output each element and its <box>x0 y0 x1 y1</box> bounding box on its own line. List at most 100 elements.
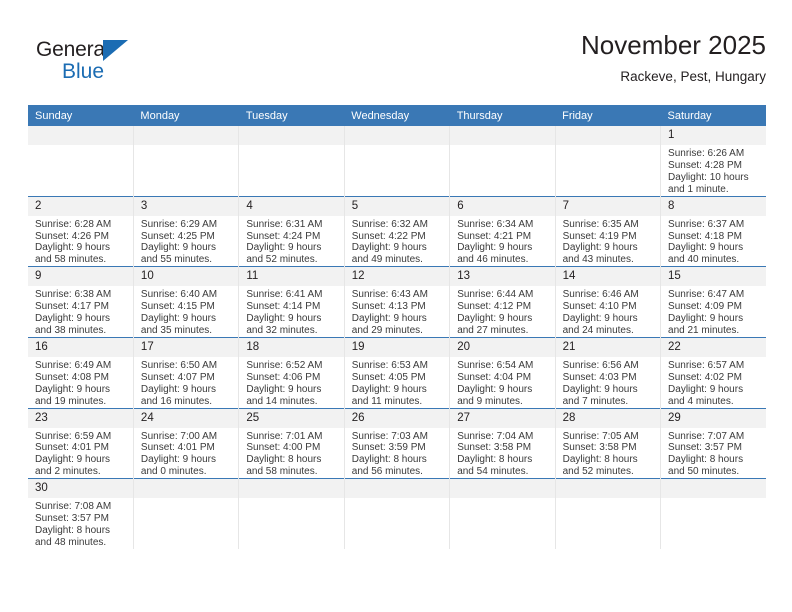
day-cell-content: 28 Sunrise: 7:05 AM Sunset: 3:58 PM Dayligh… <box>555 408 661 479</box>
sunrise-time: Sunrise: 7:00 AM <box>140 430 218 442</box>
calendar-day-cell[interactable]: 11 Sunrise: 6:41 AM Sunset: 4:14 PM Dayligh… <box>238 266 345 338</box>
daylight-duration-line2: and 27 minutes. <box>457 324 529 336</box>
day-cell-content: 23 Sunrise: 6:59 AM Sunset: 4:01 PM Dayligh… <box>28 408 133 479</box>
sunrise-time: Sunrise: 7:08 AM <box>35 501 112 513</box>
day-sun-info: Sunrise: 6:35 AM Sunset: 4:19 PM Daylight:… <box>556 216 660 267</box>
day-sun-info: Sunrise: 6:47 AM Sunset: 4:09 PM Daylight:… <box>661 286 766 337</box>
daylight-duration-line1: Daylight: 9 hours <box>246 242 322 254</box>
calendar-day-cell[interactable]: 4 Sunrise: 6:31 AM Sunset: 4:24 PM Daylight… <box>238 195 345 267</box>
day-cell-content <box>450 126 555 196</box>
calendar-day-cell[interactable]: 20 Sunrise: 6:54 AM Sunset: 4:04 PM Dayligh… <box>449 336 556 408</box>
calendar-day-cell[interactable]: 16 Sunrise: 6:49 AM Sunset: 4:08 PM Dayligh… <box>28 336 134 408</box>
sunset-time: Sunset: 4:14 PM <box>246 301 321 313</box>
day-cell-content: 25 Sunrise: 7:01 AM Sunset: 4:00 PM Dayligh… <box>239 408 344 479</box>
calendar-day-cell[interactable]: 1 Sunrise: 6:26 AM Sunset: 4:28 PM Daylight… <box>660 126 766 197</box>
day-cell-content: 3 Sunrise: 6:29 AM Sunset: 4:25 PM Daylight… <box>133 196 239 267</box>
daylight-duration-line1: Daylight: 8 hours <box>562 454 638 466</box>
sunrise-time: Sunrise: 6:50 AM <box>140 359 218 371</box>
calendar-day-cell[interactable]: 25 Sunrise: 7:01 AM Sunset: 4:00 PM Dayligh… <box>238 407 345 479</box>
day-sun-info: Sunrise: 6:56 AM Sunset: 4:03 PM Daylight:… <box>556 357 660 408</box>
calendar-day-cell[interactable]: 24 Sunrise: 7:00 AM Sunset: 4:01 PM Dayligh… <box>133 407 240 479</box>
sunrise-time: Sunrise: 6:46 AM <box>562 289 639 301</box>
day-number: 28 <box>555 408 661 428</box>
daylight-duration-line1: Daylight: 9 hours <box>35 242 111 254</box>
calendar-day-cell[interactable]: 6 Sunrise: 6:34 AM Sunset: 4:21 PM Daylight… <box>449 195 556 267</box>
sunrise-time: Sunrise: 6:29 AM <box>140 218 218 230</box>
calendar-day-cell[interactable]: 22 Sunrise: 6:57 AM Sunset: 4:02 PM Dayligh… <box>660 336 766 408</box>
calendar-day-cell[interactable]: 26 Sunrise: 7:03 AM Sunset: 3:59 PM Dayligh… <box>344 407 451 479</box>
day-number: 15 <box>661 267 766 287</box>
calendar-day-cell[interactable]: 10 Sunrise: 6:40 AM Sunset: 4:15 PM Dayligh… <box>133 266 240 338</box>
sunrise-time: Sunrise: 7:01 AM <box>246 430 323 442</box>
calendar-day-cell[interactable]: 2 Sunrise: 6:28 AM Sunset: 4:26 PM Daylight… <box>28 195 134 267</box>
daylight-duration-line1: Daylight: 9 hours <box>35 454 111 466</box>
daylight-duration-line1: Daylight: 8 hours <box>668 454 744 466</box>
day-cell-content <box>239 479 344 549</box>
sunrise-sunset-calendar: Sunday Monday Tuesday Wednesday Thursday… <box>28 105 766 549</box>
calendar-day-cell <box>344 126 451 197</box>
day-number <box>344 126 450 145</box>
daylight-duration-line2: and 52 minutes. <box>562 466 634 478</box>
calendar-day-cell[interactable]: 3 Sunrise: 6:29 AM Sunset: 4:25 PM Daylight… <box>133 195 240 267</box>
daylight-duration-line2: and 58 minutes. <box>246 466 318 478</box>
calendar-day-cell[interactable]: 17 Sunrise: 6:50 AM Sunset: 4:07 PM Dayligh… <box>133 336 240 408</box>
sunset-time: Sunset: 4:07 PM <box>140 371 215 383</box>
calendar-day-cell[interactable]: 27 Sunrise: 7:04 AM Sunset: 3:58 PM Dayligh… <box>449 407 556 479</box>
day-cell-content: 9 Sunrise: 6:38 AM Sunset: 4:17 PM Daylight… <box>28 267 133 337</box>
calendar-day-cell[interactable]: 14 Sunrise: 6:46 AM Sunset: 4:10 PM Dayligh… <box>555 266 662 338</box>
general-blue-logo[interactable]: General Blue <box>36 38 156 90</box>
calendar-body: 1 Sunrise: 6:26 AM Sunset: 4:28 PM Daylight… <box>28 126 766 549</box>
calendar-day-cell <box>238 126 345 197</box>
calendar-week-row: 2 Sunrise: 6:28 AM Sunset: 4:26 PM Daylight… <box>28 195 766 267</box>
sunset-time: Sunset: 4:12 PM <box>457 301 532 313</box>
daylight-duration-line2: and 52 minutes. <box>246 254 318 266</box>
location-subtitle: Rackeve, Pest, Hungary <box>620 69 766 84</box>
sunset-time: Sunset: 4:06 PM <box>246 371 321 383</box>
calendar-day-cell[interactable]: 13 Sunrise: 6:44 AM Sunset: 4:12 PM Dayligh… <box>449 266 556 338</box>
day-number: 24 <box>133 408 239 428</box>
calendar-day-cell[interactable]: 18 Sunrise: 6:52 AM Sunset: 4:06 PM Dayligh… <box>238 336 345 408</box>
day-cell-content: 1 Sunrise: 6:26 AM Sunset: 4:28 PM Daylight… <box>661 126 766 196</box>
daylight-duration-line2: and 40 minutes. <box>668 254 740 266</box>
daylight-duration-line1: Daylight: 9 hours <box>457 242 533 254</box>
calendar-day-cell[interactable]: 5 Sunrise: 6:32 AM Sunset: 4:22 PM Daylight… <box>344 195 451 267</box>
sunset-time: Sunset: 4:22 PM <box>351 230 426 242</box>
day-sun-info: Sunrise: 6:32 AM Sunset: 4:22 PM Daylight:… <box>345 216 449 267</box>
sunset-time: Sunset: 4:02 PM <box>668 371 742 383</box>
calendar-day-cell[interactable]: 28 Sunrise: 7:05 AM Sunset: 3:58 PM Dayligh… <box>555 407 662 479</box>
day-sun-info: Sunrise: 6:37 AM Sunset: 4:18 PM Daylight:… <box>661 216 766 267</box>
calendar-day-cell[interactable]: 23 Sunrise: 6:59 AM Sunset: 4:01 PM Dayligh… <box>28 407 134 479</box>
daylight-duration-line2: and 32 minutes. <box>246 324 318 336</box>
day-number <box>450 126 555 145</box>
calendar-day-cell[interactable]: 7 Sunrise: 6:35 AM Sunset: 4:19 PM Daylight… <box>555 195 662 267</box>
day-number: 11 <box>239 267 344 287</box>
day-number <box>661 479 766 499</box>
sunset-time: Sunset: 4:19 PM <box>562 230 637 242</box>
sunrise-time: Sunrise: 6:57 AM <box>668 359 745 371</box>
calendar-day-cell[interactable]: 21 Sunrise: 6:56 AM Sunset: 4:03 PM Dayligh… <box>555 336 662 408</box>
sunset-time: Sunset: 4:03 PM <box>562 371 637 383</box>
day-number: 25 <box>239 408 344 428</box>
calendar-day-cell[interactable]: 9 Sunrise: 6:38 AM Sunset: 4:17 PM Daylight… <box>28 266 134 338</box>
day-cell-content: 15 Sunrise: 6:47 AM Sunset: 4:09 PM Dayligh… <box>661 267 766 337</box>
calendar-day-cell <box>555 126 662 197</box>
sunset-time: Sunset: 4:21 PM <box>457 230 532 242</box>
day-number: 12 <box>344 267 450 287</box>
day-cell-content: 19 Sunrise: 6:53 AM Sunset: 4:05 PM Dayligh… <box>344 337 450 408</box>
daylight-duration-line1: Daylight: 9 hours <box>562 242 638 254</box>
day-cell-content <box>555 479 661 549</box>
day-number: 13 <box>450 267 555 287</box>
calendar-day-cell[interactable]: 29 Sunrise: 7:07 AM Sunset: 3:57 PM Dayligh… <box>660 407 766 479</box>
day-cell-content: 27 Sunrise: 7:04 AM Sunset: 3:58 PM Dayligh… <box>450 408 555 479</box>
calendar-day-cell[interactable]: 8 Sunrise: 6:37 AM Sunset: 4:18 PM Daylight… <box>660 195 766 267</box>
day-cell-content: 22 Sunrise: 6:57 AM Sunset: 4:02 PM Dayligh… <box>661 337 766 408</box>
calendar-day-cell[interactable]: 19 Sunrise: 6:53 AM Sunset: 4:05 PM Dayligh… <box>344 336 451 408</box>
day-cell-content: 17 Sunrise: 6:50 AM Sunset: 4:07 PM Dayligh… <box>133 337 239 408</box>
sunrise-time: Sunrise: 7:04 AM <box>457 430 534 442</box>
calendar-day-cell[interactable]: 30 Sunrise: 7:08 AM Sunset: 3:57 PM Dayligh… <box>28 478 134 549</box>
weekday-header-wednesday: Wednesday <box>344 105 450 126</box>
day-cell-content: 29 Sunrise: 7:07 AM Sunset: 3:57 PM Dayligh… <box>661 408 766 479</box>
calendar-day-cell[interactable]: 12 Sunrise: 6:43 AM Sunset: 4:13 PM Dayligh… <box>344 266 451 338</box>
daylight-duration-line2: and 14 minutes. <box>246 395 318 407</box>
calendar-day-cell[interactable]: 15 Sunrise: 6:47 AM Sunset: 4:09 PM Dayligh… <box>660 266 766 338</box>
